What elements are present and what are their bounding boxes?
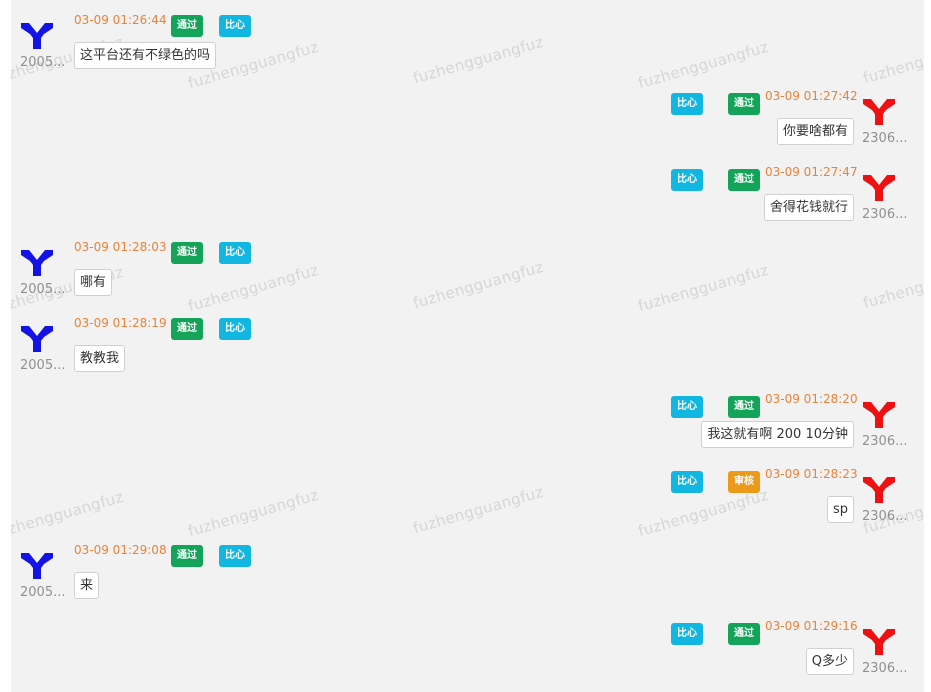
bixin-button[interactable]: 比心	[671, 471, 703, 493]
message-timestamp: 03-09 01:29:16	[765, 619, 858, 633]
status-badge[interactable]: 通过	[171, 545, 203, 567]
status-badge[interactable]: 通过	[171, 15, 203, 37]
user-id: 2306...	[862, 661, 908, 676]
message-bubble: 这平台还有不绿色的吗	[74, 42, 217, 69]
chat-message: 2005... 03-09 01:28:19 通过 比心教教我	[11, 303, 924, 379]
status-badge[interactable]: 通过	[728, 169, 760, 191]
user-avatar-icon[interactable]	[861, 399, 897, 429]
user-avatar-icon[interactable]	[19, 323, 55, 353]
user-id: 2005...	[20, 358, 66, 373]
status-badge[interactable]: 通过	[728, 93, 760, 115]
status-badge[interactable]: 通过	[728, 396, 760, 418]
bixin-button[interactable]: 比心	[219, 242, 251, 264]
bixin-button[interactable]: 比心	[219, 15, 251, 37]
user-avatar-icon[interactable]	[861, 96, 897, 126]
message-timestamp: 03-09 01:28:19	[74, 316, 167, 330]
message-bubble: 教教我	[74, 345, 126, 372]
bixin-button[interactable]: 比心	[671, 93, 703, 115]
message-timestamp: 03-09 01:26:44	[74, 13, 167, 27]
user-id: 2306...	[862, 434, 908, 449]
user-avatar-icon[interactable]	[19, 550, 55, 580]
bixin-button[interactable]: 比心	[219, 318, 251, 340]
message-bubble: 舍得花钱就行	[763, 194, 854, 221]
user-id: 2005...	[20, 55, 66, 70]
chat-message: 2306... 03-09 01:27:47 通过 比心舍得花钱就行	[11, 152, 924, 228]
message-timestamp: 03-09 01:29:08	[74, 543, 167, 557]
bixin-button[interactable]: 比心	[671, 169, 703, 191]
user-id: 2306...	[862, 509, 908, 524]
message-timestamp: 03-09 01:28:20	[765, 392, 858, 406]
chat-message: 2306... 03-09 01:28:20 通过 比心我这就有啊 200 10分钟	[11, 379, 924, 455]
message-timestamp: 03-09 01:27:42	[765, 89, 858, 103]
user-id: 2306...	[862, 207, 908, 222]
user-avatar-icon[interactable]	[861, 172, 897, 202]
message-timestamp: 03-09 01:28:03	[74, 240, 167, 254]
user-avatar-icon[interactable]	[19, 20, 55, 50]
message-bubble: 我这就有啊 200 10分钟	[701, 421, 854, 448]
message-bubble: Q多少	[805, 648, 854, 675]
chat-panel[interactable]: fuzhengguangfuz fuzhengguangfuz fuzhenggua…	[11, 0, 924, 692]
chat-message: 2306... 03-09 01:28:23 审核 比心 sp	[11, 454, 924, 530]
user-avatar-icon[interactable]	[861, 474, 897, 504]
user-id: 2306...	[862, 131, 908, 146]
message-bubble: 你要啥都有	[776, 118, 854, 145]
user-id: 2005...	[20, 282, 66, 297]
chat-message: 2005... 03-09 01:26:44 通过 比心 这平台还有不绿色的吗	[11, 0, 924, 76]
message-timestamp: 03-09 01:28:23	[765, 467, 858, 481]
chat-message: 2005... 03-09 01:29:08 通过 比心来	[11, 530, 924, 606]
message-bubble: 来	[74, 572, 100, 599]
user-avatar-icon[interactable]	[861, 626, 897, 656]
bixin-button[interactable]: 比心	[219, 545, 251, 567]
status-badge[interactable]: 通过	[171, 242, 203, 264]
user-avatar-icon[interactable]	[19, 247, 55, 277]
chat-message: 2306... 03-09 01:27:42 通过 比心你要啥都有	[11, 76, 924, 152]
chat-message: 2306... 03-09 01:29:16 通过 比心 Q多少	[11, 606, 924, 682]
bixin-button[interactable]: 比心	[671, 396, 703, 418]
user-id: 2005...	[20, 585, 66, 600]
bixin-button[interactable]: 比心	[671, 623, 703, 645]
message-timestamp: 03-09 01:27:47	[765, 165, 858, 179]
status-badge[interactable]: 通过	[728, 623, 760, 645]
message-bubble: 哪有	[74, 269, 113, 296]
chat-message: 2005... 03-09 01:28:03 通过 比心哪有	[11, 227, 924, 303]
message-bubble: sp	[826, 496, 854, 523]
status-badge[interactable]: 审核	[728, 471, 760, 493]
status-badge[interactable]: 通过	[171, 318, 203, 340]
